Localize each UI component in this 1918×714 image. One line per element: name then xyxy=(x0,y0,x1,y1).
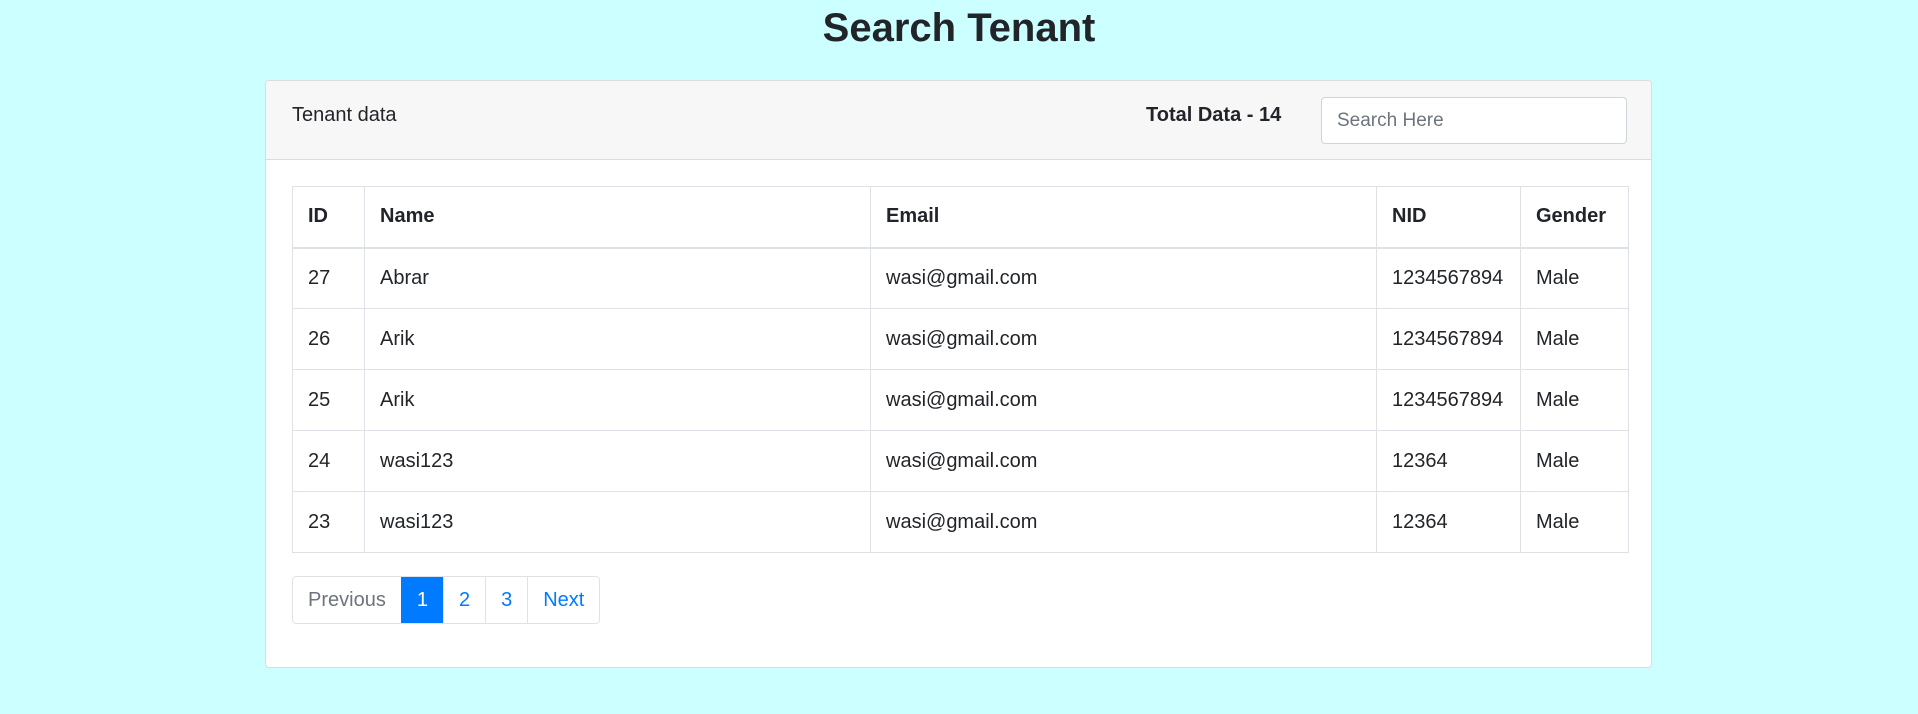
cell-id: 26 xyxy=(292,308,365,370)
cell-nid: 1234567894 xyxy=(1376,308,1521,370)
table-row: 25 Arik wasi@gmail.com 1234567894 Male xyxy=(292,369,1629,431)
cell-gender: Male xyxy=(1520,247,1629,309)
pagination-next-button[interactable]: Next xyxy=(527,577,600,623)
cell-name: wasi123 xyxy=(364,491,871,553)
cell-id: 25 xyxy=(292,369,365,431)
pagination-page-3[interactable]: 3 xyxy=(485,577,528,623)
column-header-name: Name xyxy=(364,186,871,249)
tenant-table: ID Name Email NID Gender 27 Abrar wasi@g… xyxy=(292,186,1629,553)
pagination-page-1[interactable]: 1 xyxy=(400,577,443,623)
pagination: Previous 1 2 3 Next xyxy=(292,576,601,624)
card-header: Tenant data Total Data - 14 xyxy=(266,81,1651,160)
cell-email: wasi@gmail.com xyxy=(870,369,1377,431)
column-header-gender: Gender xyxy=(1520,186,1629,249)
pagination-page-2[interactable]: 2 xyxy=(442,577,486,623)
column-header-email: Email xyxy=(870,186,1377,249)
cell-name: Arik xyxy=(364,369,871,431)
cell-name: wasi123 xyxy=(364,430,871,492)
column-header-nid: NID xyxy=(1376,186,1521,249)
cell-nid: 1234567894 xyxy=(1376,247,1521,309)
table-row: 24 wasi123 wasi@gmail.com 12364 Male xyxy=(292,430,1629,492)
table-header-row: ID Name Email NID Gender xyxy=(292,186,1629,249)
cell-nid: 1234567894 xyxy=(1376,369,1521,431)
cell-name: Abrar xyxy=(364,247,871,309)
cell-name: Arik xyxy=(364,308,871,370)
tenant-table-wrapper: ID Name Email NID Gender 27 Abrar wasi@g… xyxy=(292,186,1629,553)
cell-email: wasi@gmail.com xyxy=(870,430,1377,492)
cell-email: wasi@gmail.com xyxy=(870,247,1377,309)
cell-gender: Male xyxy=(1520,491,1629,553)
cell-email: wasi@gmail.com xyxy=(870,491,1377,553)
table-row: 27 Abrar wasi@gmail.com 1234567894 Male xyxy=(292,247,1629,309)
cell-id: 27 xyxy=(292,247,365,309)
cell-gender: Male xyxy=(1520,369,1629,431)
total-data-count: Total Data - 14 xyxy=(1146,104,1282,126)
table-row: 23 wasi123 wasi@gmail.com 12364 Male xyxy=(292,491,1629,553)
tenant-card: Tenant data Total Data - 14 ID Name Emai… xyxy=(265,80,1652,668)
cell-gender: Male xyxy=(1520,308,1629,370)
search-input[interactable] xyxy=(1321,97,1627,144)
cell-nid: 12364 xyxy=(1376,430,1521,492)
page-title: Search Tenant xyxy=(822,6,1096,50)
cell-id: 24 xyxy=(292,430,365,492)
card-header-label: Tenant data xyxy=(292,104,397,126)
cell-gender: Male xyxy=(1520,430,1629,492)
cell-nid: 12364 xyxy=(1376,491,1521,553)
column-header-id: ID xyxy=(292,186,365,249)
table-row: 26 Arik wasi@gmail.com 1234567894 Male xyxy=(292,308,1629,370)
cell-id: 23 xyxy=(292,491,365,553)
cell-email: wasi@gmail.com xyxy=(870,308,1377,370)
pagination-previous-button[interactable]: Previous xyxy=(293,577,401,623)
